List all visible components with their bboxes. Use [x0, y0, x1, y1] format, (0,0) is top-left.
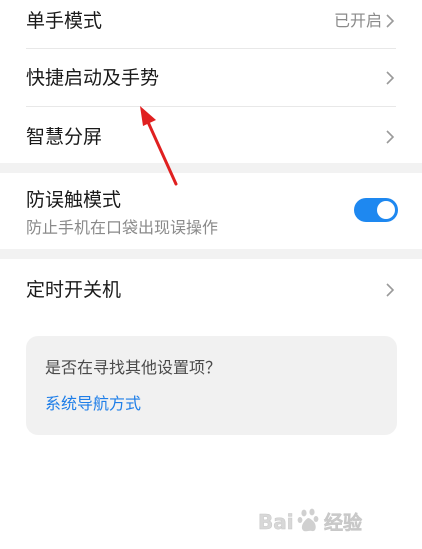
chevron-right-icon: [386, 283, 395, 297]
setting-smart-split-screen[interactable]: 智慧分屏: [0, 107, 422, 163]
setting-title: 单手模式: [26, 10, 103, 32]
setting-title: 定时开关机: [26, 279, 122, 301]
svg-text:Bai: Bai: [258, 510, 294, 534]
suggestion-question: 是否在寻找其他设置项？: [45, 358, 222, 377]
setting-subtitle: 防止手机在口袋出现误操作: [26, 218, 219, 237]
setting-accidental-touch-mode: 防误触模式 防止手机在口袋出现误操作: [0, 173, 422, 249]
suggestion-card: 是否在寻找其他设置项？ 系统导航方式: [26, 336, 397, 435]
chevron-right-icon: [386, 14, 395, 28]
chevron-right-icon: [386, 71, 395, 85]
accidental-touch-toggle[interactable]: [354, 198, 398, 222]
setting-status-value: 已开启: [333, 11, 382, 30]
system-navigation-link[interactable]: 系统导航方式: [45, 394, 141, 414]
setting-title: 防误触模式: [26, 189, 122, 211]
setting-quick-launch-gestures[interactable]: 快捷启动及手势: [0, 49, 422, 106]
svg-text:经验: 经验: [324, 511, 363, 534]
chevron-right-icon: [386, 130, 395, 144]
section-separator: [0, 163, 422, 173]
baidu-watermark-logo: Bai 经验: [258, 508, 363, 534]
setting-one-hand-mode[interactable]: 单手模式 已开启: [0, 0, 422, 48]
toggle-knob: [377, 201, 395, 219]
setting-scheduled-power[interactable]: 定时开关机: [0, 259, 422, 321]
section-separator: [0, 249, 422, 259]
setting-title: 快捷启动及手势: [26, 67, 160, 89]
setting-title: 智慧分屏: [26, 126, 103, 148]
